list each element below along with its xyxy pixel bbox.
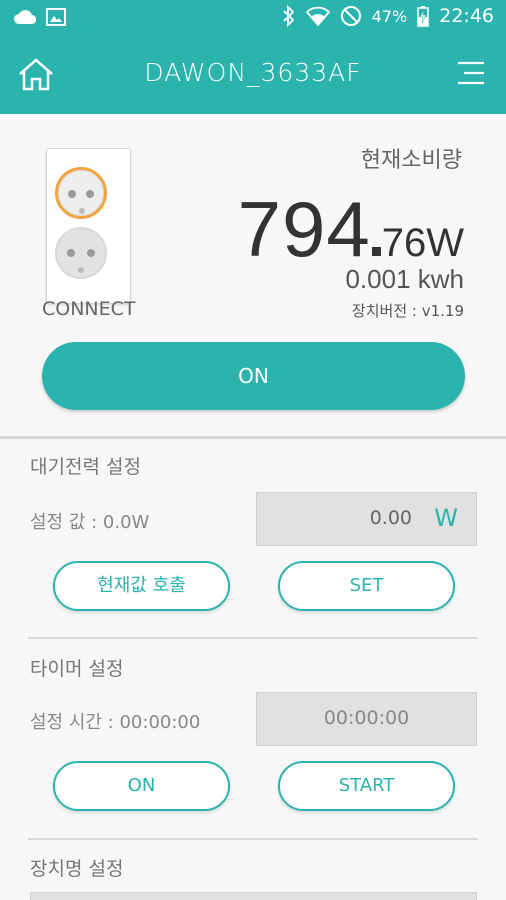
- clock: 22:46: [439, 5, 494, 27]
- do-not-disturb-icon: [340, 6, 361, 26]
- section-divider: [28, 637, 478, 639]
- section-divider: [0, 436, 506, 439]
- power-reading: 794 76W: [238, 184, 464, 275]
- cloud-icon: [14, 10, 36, 25]
- power-minor: 76W: [381, 221, 464, 265]
- device-title: DAWON_3633AF: [144, 58, 362, 87]
- image-icon: [46, 8, 66, 26]
- battery-percent: 47%: [371, 6, 408, 26]
- timer-section-title: 타이머 설정: [30, 658, 124, 680]
- standby-unit: W: [434, 504, 458, 532]
- recall-current-button[interactable]: 현재값 호출: [53, 561, 230, 611]
- power-toggle-button[interactable]: ON: [42, 342, 465, 410]
- smart-plug-image: [46, 148, 131, 304]
- timer-start-button[interactable]: START: [278, 761, 455, 811]
- consumption-label: 현재소비량: [360, 148, 462, 173]
- device-version: 장치버전 : v1.19: [351, 302, 464, 320]
- device-name-section-title: 장치명 설정: [30, 858, 124, 880]
- app-bar: DAWON_3633AF: [0, 36, 506, 114]
- device-name-input[interactable]: [30, 892, 477, 900]
- bluetooth-icon: [283, 5, 294, 27]
- set-button[interactable]: SET: [278, 561, 455, 611]
- connection-status: CONNECT: [42, 298, 136, 320]
- socket-top-graphic: [55, 167, 107, 219]
- menu-icon[interactable]: [456, 58, 486, 88]
- timer-input[interactable]: 00:00:00: [256, 692, 477, 746]
- battery-charging-icon: [417, 6, 429, 27]
- timer-on-button[interactable]: ON: [53, 761, 230, 811]
- standby-input[interactable]: 0.00 W: [256, 492, 477, 546]
- main-content: CONNECT 현재소비량 794 76W 0.001 kwh 장치버전 : v1…: [0, 114, 506, 900]
- standby-value-label: 설정 값 : 0.0W: [30, 512, 150, 533]
- energy-reading: 0.001 kwh: [345, 264, 464, 294]
- standby-input-value: 0.00: [369, 507, 412, 529]
- timer-time-label: 설정 시간 : 00:00:00: [30, 712, 201, 733]
- timer-input-value: 00:00:00: [323, 707, 410, 729]
- power-major: 794: [237, 185, 371, 273]
- standby-section-title: 대기전력 설정: [30, 456, 141, 478]
- status-bar: 47% 22:46: [0, 0, 506, 36]
- section-divider: [28, 838, 478, 840]
- wifi-icon: [305, 6, 330, 26]
- socket-bottom-graphic: [55, 227, 107, 279]
